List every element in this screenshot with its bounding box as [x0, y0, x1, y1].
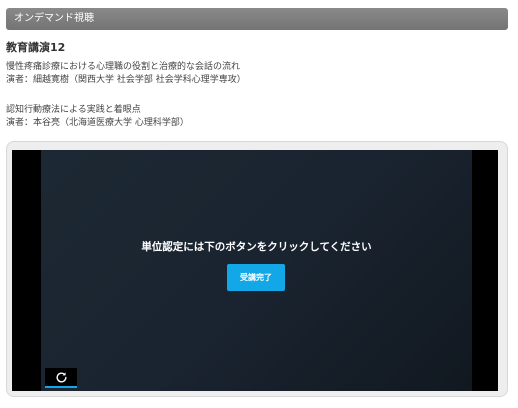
talk-2-title: 認知行動療法による実践と着眼点: [6, 105, 141, 115]
talk-1-speaker: 演者：細越寛樹（関西大学 社会学部 社会学科心理学専攻）: [6, 75, 246, 85]
replay-icon: [55, 371, 67, 383]
course-complete-button[interactable]: 受講完了: [227, 264, 285, 291]
section-header-title: オンデマンド視聴: [14, 13, 94, 24]
lecture-title: 教育講演12: [6, 41, 66, 54]
video-player[interactable]: 単位認定には下のボタンをクリックしてください 受講完了: [12, 150, 498, 391]
section-header-bar: オンデマンド視聴: [6, 8, 508, 30]
replay-button[interactable]: [45, 368, 77, 388]
talk-2-speaker: 演者：本谷亮（北海道医療大学 心理科学部）: [6, 118, 189, 128]
video-screen[interactable]: 単位認定には下のボタンをクリックしてください 受講完了: [41, 150, 472, 391]
completion-prompt: 単位認定には下のボタンをクリックしてください: [141, 241, 372, 253]
talk-1-title: 慢性疼痛診療における心理職の役割と治療的な会話の流れ: [6, 62, 241, 72]
